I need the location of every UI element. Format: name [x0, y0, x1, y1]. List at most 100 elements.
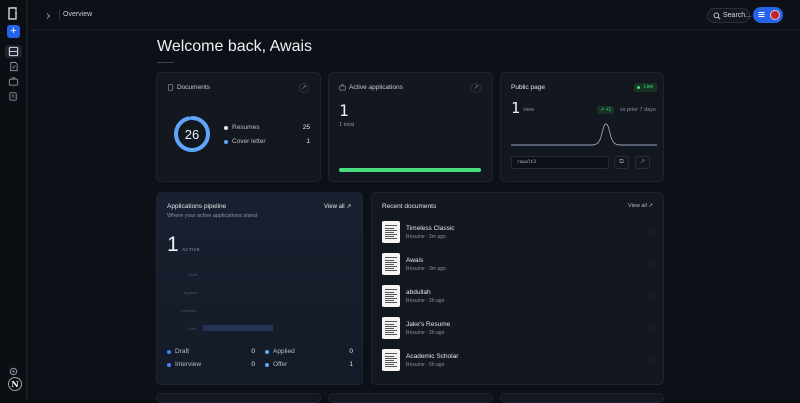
- interview-label: Interview: [175, 361, 202, 368]
- open-documents-button[interactable]: ↗: [299, 83, 309, 93]
- document-icon: [167, 84, 174, 91]
- resumes-dot: [224, 126, 228, 130]
- external-link-icon: ↗: [639, 159, 646, 165]
- pipeline-title: Applications pipeline: [167, 203, 227, 210]
- offer-dot: [265, 363, 269, 367]
- chevron-right-icon: ›: [649, 325, 652, 332]
- recent-documents-title: Recent documents: [382, 203, 437, 210]
- search-button[interactable]: Search...: [707, 8, 752, 23]
- pipeline-active-label: ACTIVE: [182, 247, 201, 252]
- applications-progress-track: [339, 168, 481, 172]
- applied-label: Applied: [273, 348, 295, 355]
- breadcrumb: Overview: [63, 11, 93, 18]
- document-name: Timeless Classic: [406, 225, 455, 232]
- applications-total: 1 total: [339, 122, 354, 128]
- document-meta: Resume · 3m ago: [406, 266, 446, 272]
- user-avatar[interactable]: N: [8, 377, 22, 391]
- cover-letter-dot: [224, 140, 228, 144]
- chevron-right-icon[interactable]: [42, 9, 54, 21]
- public-url-field[interactable]: rawalt3: [511, 156, 609, 169]
- recent-document-row[interactable]: Jake's Resume Resume · 2h ago ›: [382, 317, 652, 343]
- account-menu-button[interactable]: [753, 7, 783, 23]
- document-name: Awais: [406, 257, 424, 264]
- document-thumbnail: [382, 253, 400, 275]
- resumes-count: 25: [302, 124, 310, 131]
- applications-pipeline-card: Applications pipeline Where your active …: [156, 192, 363, 385]
- document-meta: Resume · 2m ago: [406, 234, 446, 240]
- document-name: Academic Scholar: [406, 353, 459, 360]
- recent-document-row[interactable]: Academic Scholar Resume · 5h ago ›: [382, 349, 652, 375]
- new-button[interactable]: +: [7, 25, 20, 38]
- page-title: Welcome back, Awais: [157, 38, 313, 55]
- divider: [59, 10, 60, 20]
- active-applications-card: Active applications ↗ 1 1 total: [328, 72, 493, 182]
- views-sparkline: [511, 123, 657, 146]
- active-applications-title: Active applications: [349, 84, 403, 91]
- recent-view-all-link[interactable]: View all ↗: [628, 203, 653, 209]
- views-delta-label: vs prior 7 days: [620, 107, 656, 113]
- draft-dot: [167, 350, 171, 354]
- interview-count: 0: [251, 361, 255, 368]
- pipeline-view-all-link[interactable]: View all ↗: [324, 203, 351, 210]
- edit-document-icon[interactable]: [8, 61, 19, 72]
- pipeline-bar: [203, 325, 273, 331]
- views-delta-badge: ↗ +1: [597, 106, 615, 114]
- open-public-page-button[interactable]: ↗: [635, 156, 650, 169]
- recent-documents-card: Recent documents View all ↗ Timeless Cla…: [371, 192, 664, 385]
- live-label: Live: [644, 84, 654, 90]
- applications-progress-fill: [339, 168, 481, 172]
- live-badge: Live: [634, 83, 658, 92]
- copy-link-button[interactable]: ⧉: [614, 156, 629, 169]
- chevron-right-icon: ›: [649, 293, 652, 300]
- bottom-card: [500, 393, 664, 403]
- recent-document-row[interactable]: Timeless Classic Resume · 2m ago ›: [382, 221, 652, 247]
- pipeline-tick-label: Draft: [188, 272, 198, 277]
- app-logo: [8, 7, 17, 20]
- left-rail: + N: [0, 0, 27, 400]
- search-label: Search...: [723, 12, 752, 19]
- recent-document-row[interactable]: Awais Resume · 3m ago ›: [382, 253, 652, 279]
- main-content: Overview Search... Welcome back, Awais D…: [27, 0, 800, 403]
- document-name: Jake's Resume: [406, 321, 451, 328]
- document-thumbnail: [382, 285, 400, 307]
- live-dot: [637, 86, 640, 89]
- pipeline-tick-label: Interview: [181, 308, 197, 313]
- dashboard-icon[interactable]: [8, 46, 19, 57]
- draft-count: 0: [251, 348, 255, 355]
- document-meta: Resume · 2h ago: [406, 298, 445, 304]
- chevron-right-icon: ›: [649, 229, 652, 236]
- menu-icon: [758, 12, 765, 17]
- public-page-title: Public page: [511, 84, 545, 91]
- document-thumbnail: [382, 349, 400, 371]
- public-page-card: Public page Live 1 view ↗ +1 vs prior 7 …: [500, 72, 664, 182]
- pipeline-bar-chart: Draft Applied Interview Offer: [181, 272, 273, 331]
- chevron-right-icon: ›: [649, 357, 652, 364]
- briefcase-icon[interactable]: [8, 76, 19, 87]
- public-views-label: view: [523, 107, 535, 113]
- document-name: abdullah: [406, 289, 431, 296]
- open-applications-button[interactable]: ↗: [471, 83, 481, 93]
- document-meta: Resume · 5h ago: [406, 362, 445, 368]
- pipeline-tick-label: Offer: [188, 326, 197, 331]
- recent-document-row[interactable]: abdullah Resume · 2h ago ›: [382, 285, 652, 311]
- applied-count: 0: [349, 348, 353, 355]
- resumes-label: Resumes: [232, 124, 260, 131]
- bottom-card: [156, 393, 321, 403]
- offer-label: Offer: [273, 361, 288, 368]
- bottom-card: [328, 393, 493, 403]
- pipeline-subtitle: Where your active applications stand: [167, 213, 257, 219]
- interview-dot: [167, 363, 171, 367]
- documents-card: Documents ↗ 26 Resumes 25 Cover letter 1: [156, 72, 321, 182]
- briefcase-icon: [339, 84, 346, 91]
- title-underline: [157, 62, 174, 63]
- chevron-right-icon: ›: [649, 261, 652, 268]
- draft-label: Draft: [175, 348, 190, 355]
- files-icon[interactable]: [8, 91, 19, 102]
- topbar: Overview Search...: [28, 0, 800, 30]
- settings-icon[interactable]: [8, 366, 19, 377]
- pipeline-active-count: 1: [167, 233, 179, 256]
- document-thumbnail: [382, 221, 400, 243]
- active-applications-count: 1: [339, 101, 349, 120]
- documents-title: Documents: [177, 84, 210, 91]
- cover-letter-label: Cover letter: [232, 138, 266, 145]
